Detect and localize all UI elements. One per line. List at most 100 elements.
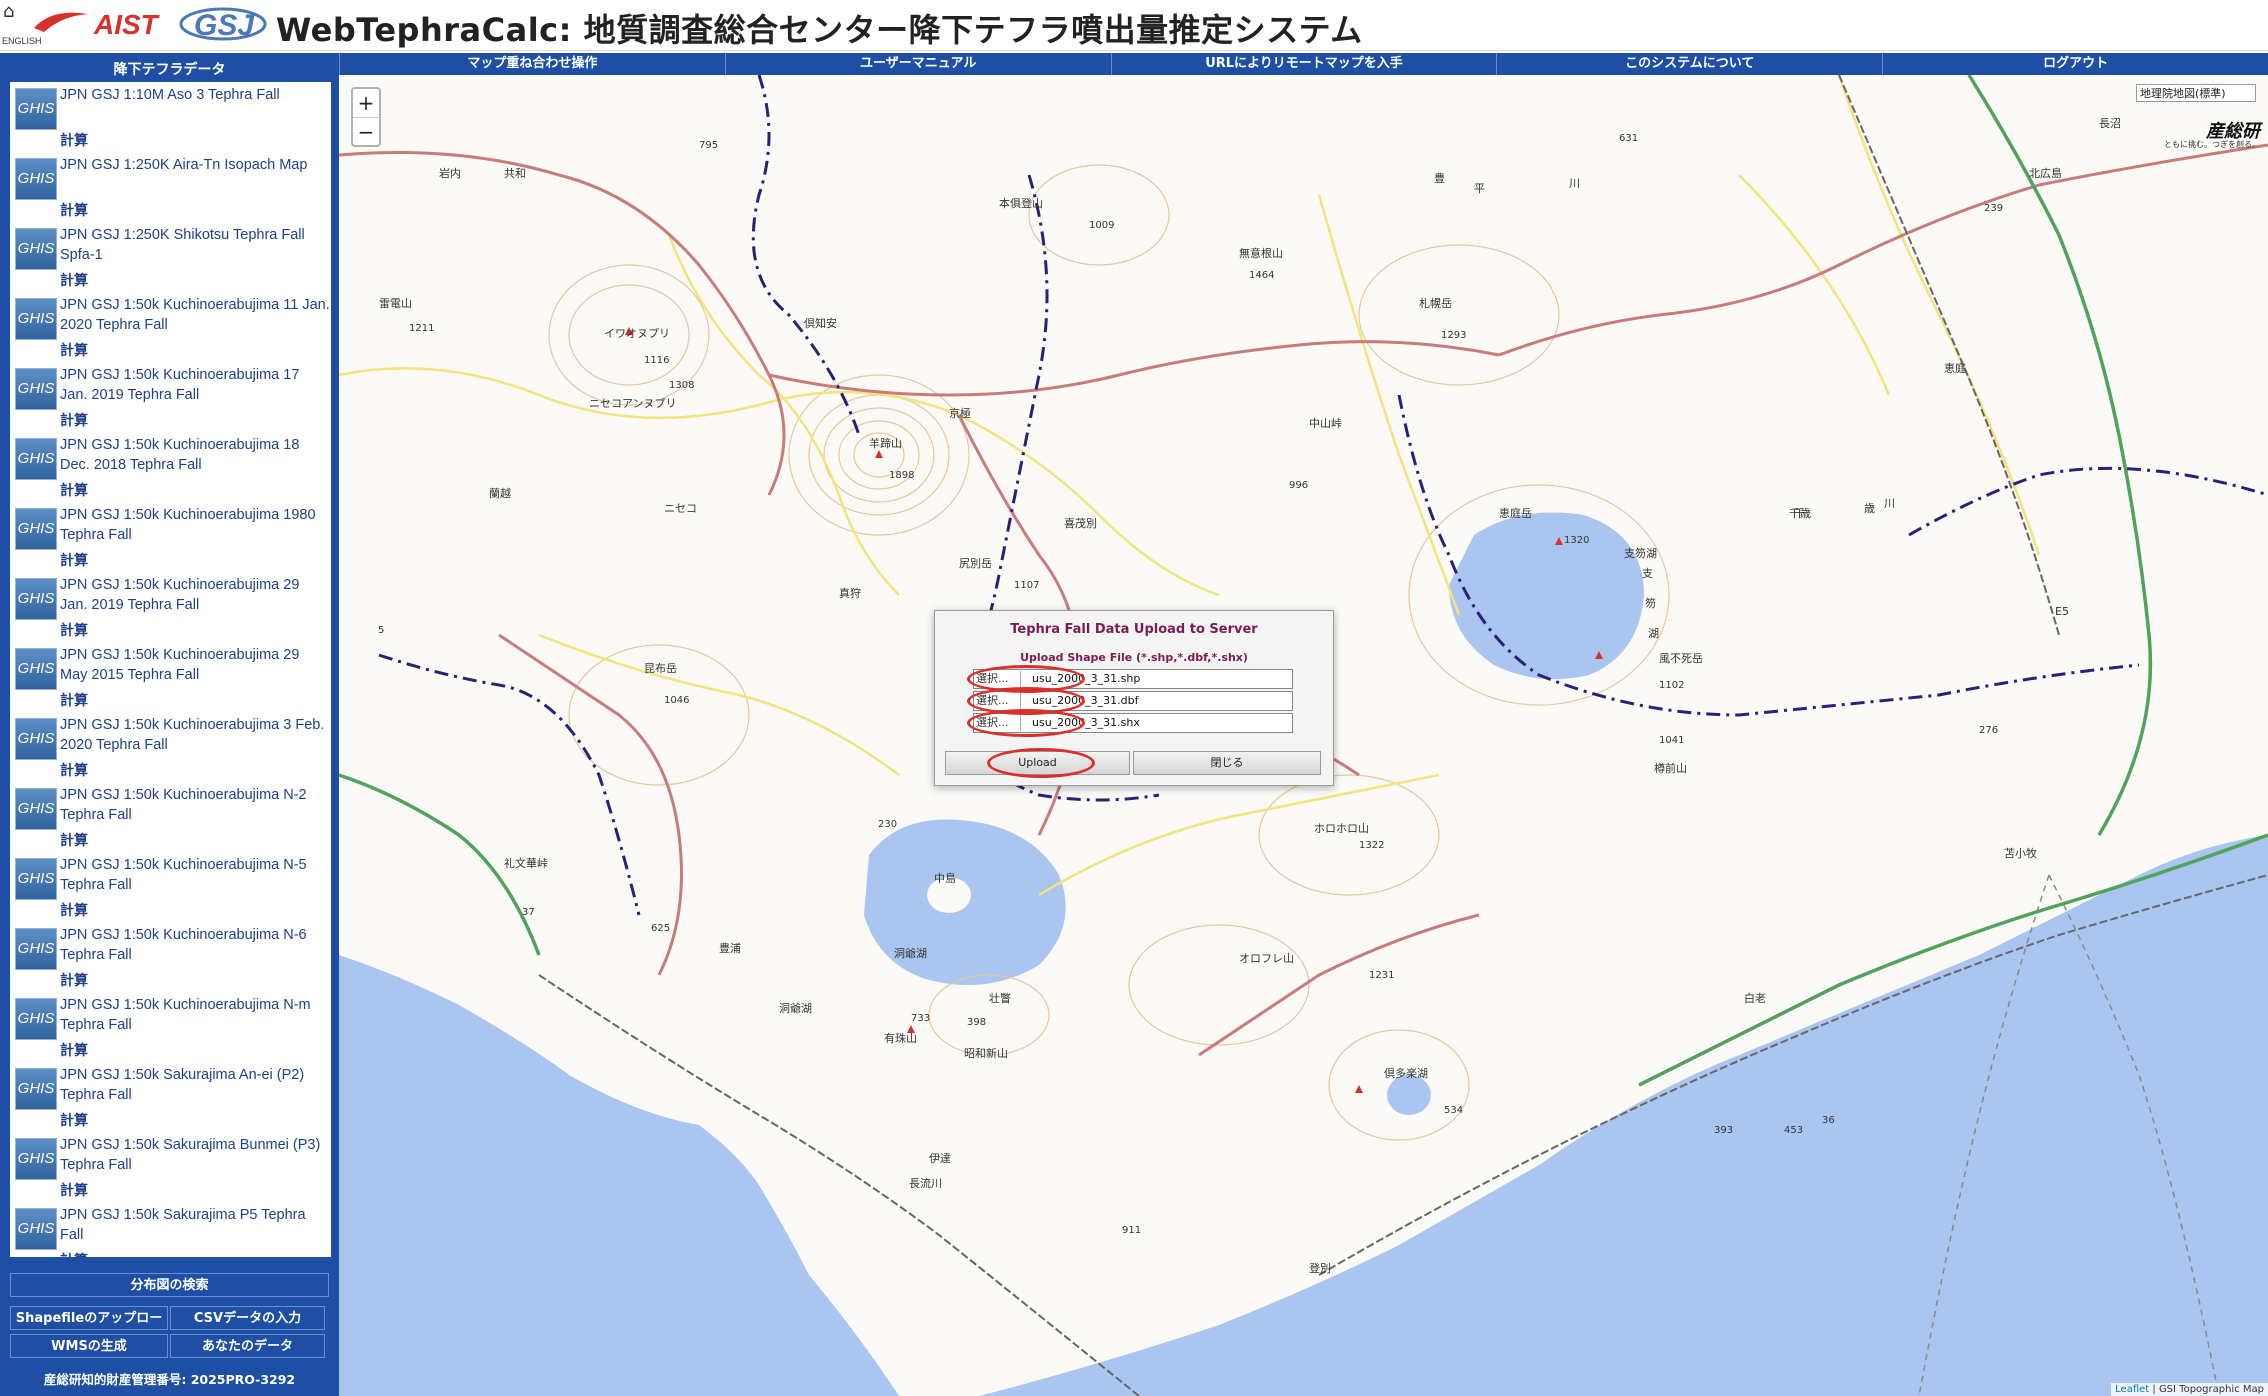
dataset-name[interactable]: JPN GSJ 1:50k Kuchinoerabujima N-5 Tephr… (60, 855, 330, 895)
calculate-link[interactable]: 計算 (60, 200, 88, 220)
gsj-logo: GSJ (179, 7, 267, 42)
ghis-badge-icon[interactable]: GHIS (15, 508, 57, 550)
close-button[interactable]: 閉じる (1133, 751, 1321, 775)
upload-dialog: Tephra Fall Data Upload to Server Upload… (934, 610, 1334, 786)
map-label: 1211 (409, 323, 435, 334)
calculate-link[interactable]: 計算 (60, 480, 88, 500)
ghis-badge-icon[interactable]: GHIS (15, 928, 57, 970)
lake-shikotsu (1449, 512, 1644, 680)
ghis-badge-icon[interactable]: GHIS (15, 368, 57, 410)
home-icon[interactable]: ⌂ (3, 3, 21, 21)
calculate-link[interactable]: 計算 (60, 550, 88, 570)
calculate-link[interactable]: 計算 (60, 620, 88, 640)
ghis-badge-icon[interactable]: GHIS (15, 1068, 57, 1110)
dataset-name[interactable]: JPN GSJ 1:250K Shikotsu Tephra Fall Spfa… (60, 225, 330, 265)
ghis-badge-icon[interactable]: GHIS (15, 158, 57, 200)
dataset-item[interactable]: GHIS JPN GSJ 1:10M Aso 3 Tephra Fall 計算 (10, 82, 331, 152)
nav-logout[interactable]: ログアウト (1882, 53, 2268, 75)
zoom-out-button[interactable]: − (353, 118, 379, 146)
highlight-ellipse (987, 748, 1095, 778)
ghis-badge-icon[interactable]: GHIS (15, 298, 57, 340)
dataset-name[interactable]: JPN GSJ 1:50k Kuchinoerabujima N-m Tephr… (60, 995, 330, 1035)
dataset-item[interactable]: GHIS JPN GSJ 1:50k Kuchinoerabujima 18 De… (10, 432, 331, 502)
dataset-name[interactable]: JPN GSJ 1:50k Kuchinoerabujima 11 Jan. 2… (60, 295, 330, 335)
dataset-item[interactable]: GHIS JPN GSJ 1:250K Aira-Tn Isopach Map 計算 (10, 152, 331, 222)
sidebar: 降下テフラデータ GHIS JPN GSJ 1:10M Aso 3 Tephra … (0, 53, 339, 1396)
ghis-badge-icon[interactable]: GHIS (15, 438, 57, 480)
shapefile-upload-button[interactable]: Shapefileのアップロード (10, 1306, 168, 1350)
dataset-item[interactable]: GHIS JPN GSJ 1:50k Kuchinoerabujima N-m T… (10, 992, 331, 1062)
calculate-link[interactable]: 計算 (60, 1110, 88, 1130)
calculate-link[interactable]: 計算 (60, 340, 88, 360)
search-distribution-button[interactable]: 分布図の検索 (10, 1273, 329, 1297)
dataset-item[interactable]: GHIS JPN GSJ 1:50k Kuchinoerabujima 1980 … (10, 502, 331, 572)
map-label: 長流川 (909, 1177, 942, 1190)
nav-about[interactable]: このシステムについて (1496, 53, 1882, 75)
calculate-link[interactable]: 計算 (60, 970, 88, 990)
csv-input-button[interactable]: CSVデータの入力 (170, 1306, 325, 1330)
zoom-in-button[interactable]: + (353, 89, 379, 118)
base-layer-select[interactable]: 地理院地図(標準) (2136, 84, 2256, 102)
nav-remote-map[interactable]: URLによりリモートマップを入手 (1110, 53, 1497, 75)
dataset-list[interactable]: GHIS JPN GSJ 1:10M Aso 3 Tephra Fall 計算 GHI… (10, 82, 331, 1257)
dataset-item[interactable]: GHIS JPN GSJ 1:50k Kuchinoerabujima 11 Ja… (10, 292, 331, 362)
leaflet-link[interactable]: Leaflet (2115, 1384, 2149, 1395)
dataset-name[interactable]: JPN GSJ 1:50k Kuchinoerabujima 29 Jan. 2… (60, 575, 330, 615)
dataset-item[interactable]: GHIS JPN GSJ 1:50k Kuchinoerabujima 29 Ma… (10, 642, 331, 712)
dataset-item[interactable]: GHIS JPN GSJ 1:50k Kuchinoerabujima N-2 T… (10, 782, 331, 852)
ghis-badge-icon[interactable]: GHIS (15, 578, 57, 620)
dataset-item[interactable]: GHIS JPN GSJ 1:250K Shikotsu Tephra Fall … (10, 222, 331, 292)
ghis-badge-icon[interactable]: GHIS (15, 858, 57, 900)
your-data-button[interactable]: あなたのデータ (170, 1334, 325, 1358)
dataset-item[interactable]: GHIS JPN GSJ 1:50k Sakurajima Bunmei (P3)… (10, 1132, 331, 1202)
dataset-name[interactable]: JPN GSJ 1:50k Kuchinoerabujima 1980 Teph… (60, 505, 330, 545)
ghis-badge-icon[interactable]: GHIS (15, 88, 57, 130)
calculate-link[interactable]: 計算 (60, 270, 88, 290)
calculate-link[interactable]: 計算 (60, 830, 88, 850)
ghis-badge-icon[interactable]: GHIS (15, 788, 57, 830)
aist-logo: AIST (34, 9, 161, 40)
dataset-name[interactable]: JPN GSJ 1:10M Aso 3 Tephra Fall (60, 85, 330, 105)
ghis-badge-icon[interactable]: GHIS (15, 648, 57, 690)
map-label: 911 (1122, 1225, 1142, 1236)
calculate-link[interactable]: 計算 (60, 760, 88, 780)
ghis-badge-icon[interactable]: GHIS (15, 1138, 57, 1180)
dialog-title: Tephra Fall Data Upload to Server (1010, 622, 1258, 637)
dataset-name[interactable]: JPN GSJ 1:50k Kuchinoerabujima 3 Feb. 20… (60, 715, 330, 755)
dataset-name[interactable]: JPN GSJ 1:50k Kuchinoerabujima 18 Dec. 2… (60, 435, 330, 475)
calculate-link[interactable]: 計算 (60, 1250, 88, 1257)
ghis-badge-icon[interactable]: GHIS (15, 998, 57, 1040)
dataset-item[interactable]: GHIS JPN GSJ 1:50k Kuchinoerabujima N-6 T… (10, 922, 331, 992)
dataset-name[interactable]: JPN GSJ 1:250K Aira-Tn Isopach Map (60, 155, 330, 175)
calculate-link[interactable]: 計算 (60, 690, 88, 710)
ghis-badge-icon[interactable]: GHIS (15, 718, 57, 760)
dataset-name[interactable]: JPN GSJ 1:50k Kuchinoerabujima 17 Jan. 2… (60, 365, 330, 405)
wms-generate-button[interactable]: WMSの生成 (10, 1334, 168, 1358)
dataset-item[interactable]: GHIS JPN GSJ 1:50k Sakurajima P5 Tephra F… (10, 1202, 331, 1257)
dataset-name[interactable]: JPN GSJ 1:50k Kuchinoerabujima 29 May 20… (60, 645, 330, 685)
dataset-name[interactable]: JPN GSJ 1:50k Kuchinoerabujima N-2 Tephr… (60, 785, 330, 825)
dataset-name[interactable]: JPN GSJ 1:50k Sakurajima Bunmei (P3) Tep… (60, 1135, 330, 1175)
calculate-link[interactable]: 計算 (60, 1040, 88, 1060)
tile-attribution[interactable]: GSI Topographic Map (2159, 1384, 2264, 1395)
calculate-link[interactable]: 計算 (60, 410, 88, 430)
lake-kuttara (1387, 1075, 1431, 1115)
dataset-item[interactable]: GHIS JPN GSJ 1:50k Kuchinoerabujima N-5 T… (10, 852, 331, 922)
map-label: 625 (651, 923, 671, 934)
nav-user-manual[interactable]: ユーザーマニュアル (724, 53, 1111, 75)
calculate-link[interactable]: 計算 (60, 900, 88, 920)
ghis-badge-icon[interactable]: GHIS (15, 228, 57, 270)
map-label: E5 (2055, 605, 2069, 618)
dataset-item[interactable]: GHIS JPN GSJ 1:50k Kuchinoerabujima 29 Ja… (10, 572, 331, 642)
ghis-badge-icon[interactable]: GHIS (15, 1208, 57, 1250)
nav-map-overlay[interactable]: マップ重ね合わせ操作 (339, 53, 725, 75)
dataset-name[interactable]: JPN GSJ 1:50k Kuchinoerabujima N-6 Tephr… (60, 925, 330, 965)
calculate-link[interactable]: 計算 (60, 1180, 88, 1200)
dataset-name[interactable]: JPN GSJ 1:50k Sakurajima P5 Tephra Fall (60, 1205, 330, 1245)
calculate-link[interactable]: 計算 (60, 130, 88, 150)
dataset-item[interactable]: GHIS JPN GSJ 1:50k Kuchinoerabujima 17 Ja… (10, 362, 331, 432)
dataset-item[interactable]: GHIS JPN GSJ 1:50k Kuchinoerabujima 3 Feb… (10, 712, 331, 782)
dataset-name[interactable]: JPN GSJ 1:50k Sakurajima An-ei (P2) Teph… (60, 1065, 330, 1105)
dataset-item[interactable]: GHIS JPN GSJ 1:50k Sakurajima An-ei (P2) … (10, 1062, 331, 1132)
page-title: WebTephraCalc: 地質調査総合センター降下テフラ噴出量推定システム (276, 11, 1363, 49)
